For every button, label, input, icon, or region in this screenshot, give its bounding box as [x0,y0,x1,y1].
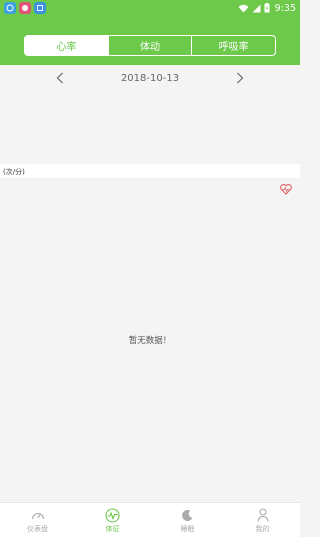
date-navigation: 2018-10-13 [0,65,300,91]
moon-icon [180,507,196,523]
nav-item-dashboard[interactable]: 仪表盘 [0,503,75,537]
bottom-navigation: 仪表盘 体征 睡眠 我的 [0,502,300,537]
nav-item-profile[interactable]: 我的 [225,503,300,537]
status-bar: 9:35 [0,0,300,16]
nav-item-label: 仪表盘 [27,525,48,533]
chevron-right-icon [237,72,244,84]
chart-unit-label: (次/分) [3,168,25,176]
app-notification-icon [34,2,46,14]
nav-item-label: 我的 [255,525,270,533]
vital-signs-icon [105,507,121,523]
nav-item-label: 体征 [105,525,120,533]
previous-date-button[interactable] [53,71,67,85]
nav-item-label: 睡眠 [180,525,195,533]
heart-rate-icon[interactable] [280,180,292,195]
tab-respiration-rate[interactable]: 呼吸率 [191,36,275,55]
app-notification-icon [19,2,31,14]
app-notification-icon [4,2,16,14]
header: 心率 体动 呼吸率 [0,16,300,65]
nav-item-vital-signs[interactable]: 体征 [75,503,150,537]
wifi-icon [238,4,249,12]
next-date-button[interactable] [233,71,247,85]
chart-area: 暂无数据！ [0,178,300,502]
tab-heart-rate[interactable]: 心率 [25,36,108,55]
current-date: 2018-10-13 [120,72,180,84]
gauge-icon [30,507,46,523]
person-icon [255,507,271,523]
tab-body-movement[interactable]: 体动 [107,36,192,55]
empty-data-message: 暂无数据！ [128,336,172,346]
signal-icon [252,4,261,12]
nav-item-sleep[interactable]: 睡眠 [150,503,225,537]
status-time: 9:35 [274,2,296,14]
chevron-left-icon [56,72,63,84]
chart-unit-bar: (次/分) [0,164,300,178]
segmented-tabs: 心率 体动 呼吸率 [24,35,276,56]
battery-icon [264,3,270,13]
